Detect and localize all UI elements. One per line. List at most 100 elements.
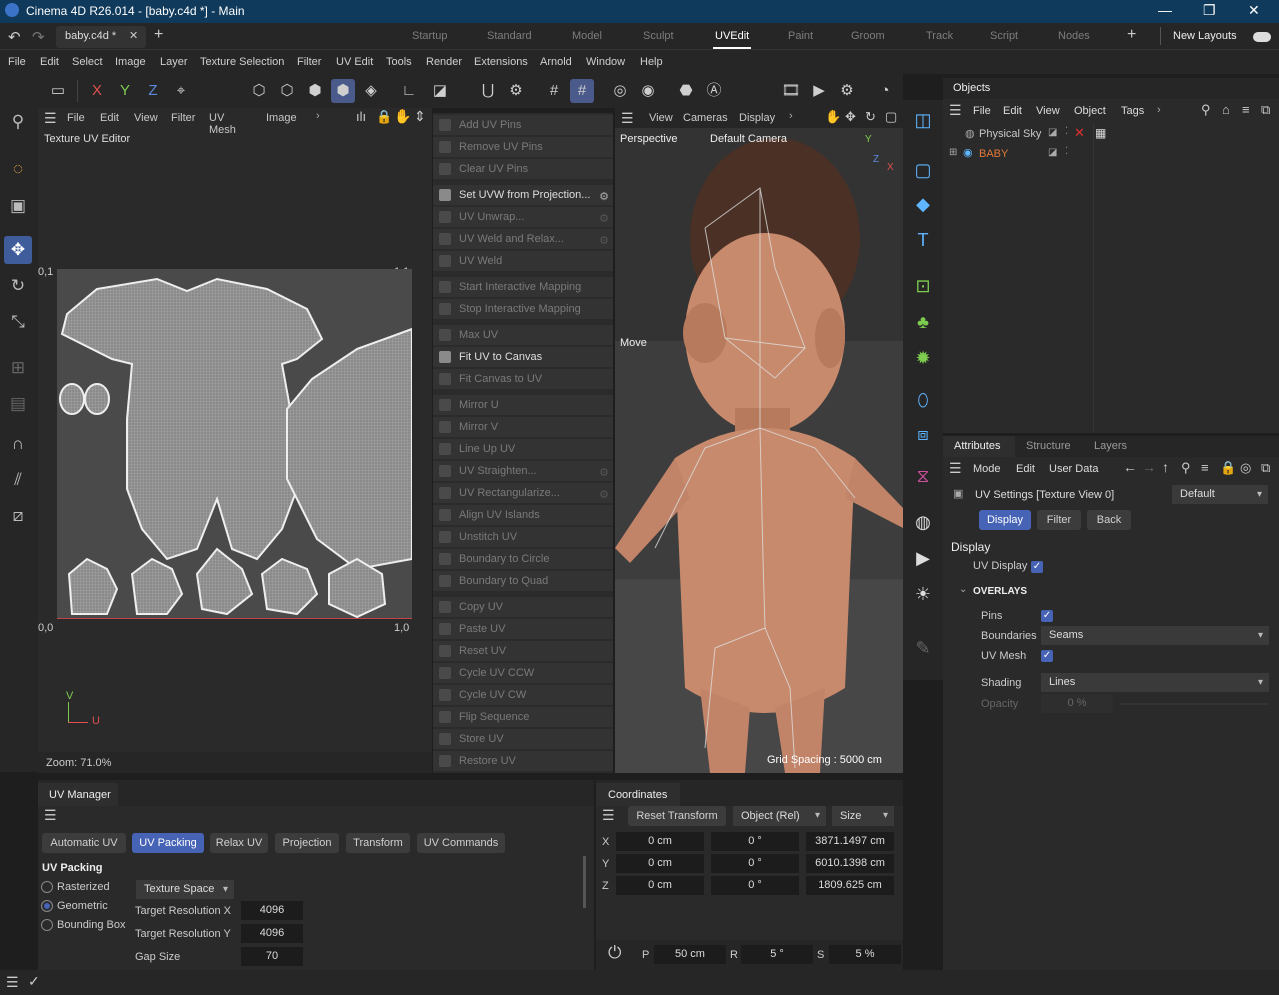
axis-mode-icon[interactable]: ∟ bbox=[397, 79, 421, 103]
filter-icon[interactable]: ≡ bbox=[1242, 102, 1250, 117]
redo-icon[interactable]: ↷ bbox=[32, 28, 45, 46]
size-dropdown[interactable]: Size bbox=[832, 806, 894, 826]
lock-icon[interactable]: 🔒 bbox=[376, 109, 392, 125]
uv-command-start-interactive-mapping[interactable]: Start Interactive Mapping bbox=[433, 277, 613, 297]
camera-object-icon[interactable]: ▶ bbox=[909, 544, 937, 572]
search-icon[interactable]: ⚲ bbox=[1201, 102, 1211, 118]
vp-menu-cameras[interactable]: Cameras bbox=[683, 112, 728, 124]
lock-icon[interactable]: 🔒 bbox=[1220, 460, 1236, 476]
uv-command-uv-straighten[interactable]: UV Straighten... ⚙ bbox=[433, 461, 613, 481]
close-icon[interactable]: ✕ bbox=[1248, 2, 1260, 19]
shading-dropdown[interactable]: Lines bbox=[1041, 673, 1269, 692]
uv-command-mirror-v[interactable]: Mirror V bbox=[433, 417, 613, 437]
tab-script[interactable]: Script bbox=[990, 30, 1018, 42]
hamburger-icon[interactable]: ☰ bbox=[6, 974, 19, 991]
menu-tools[interactable]: Tools bbox=[386, 56, 412, 68]
viewport-canvas[interactable]: Perspective Default Camera Y Z X Move Gr… bbox=[615, 128, 903, 773]
chevron-down-icon[interactable]: ⌄ bbox=[959, 584, 967, 595]
gear-icon[interactable]: ⚙ bbox=[599, 485, 609, 505]
menu-image[interactable]: Image bbox=[115, 56, 146, 68]
gear-icon[interactable]: ⚙ bbox=[599, 463, 609, 483]
tab-structure[interactable]: Structure bbox=[1026, 440, 1071, 452]
rotate-icon[interactable]: ↻ bbox=[4, 272, 32, 300]
object-row[interactable]: ◍ Physical Sky ◪ ⁚ ✕ ▦ bbox=[943, 124, 1279, 144]
uvm-tab-automatic-uv[interactable]: Automatic UV bbox=[42, 833, 126, 853]
tab-track[interactable]: Track bbox=[926, 30, 953, 42]
size-z-field[interactable]: 1809.625 cm bbox=[806, 876, 894, 895]
pan-icon[interactable]: ✋ bbox=[825, 109, 841, 125]
null-icon[interactable]: ▢ bbox=[909, 156, 937, 184]
gear-icon[interactable]: ⚙ bbox=[599, 209, 609, 229]
tab-model[interactable]: Model bbox=[572, 30, 602, 42]
uv-command-unstitch-uv[interactable]: Unstitch UV bbox=[433, 527, 613, 547]
timeline-icon[interactable]: ◔ bbox=[873, 79, 897, 103]
menu-layer[interactable]: Layer bbox=[160, 56, 188, 68]
hamburger-icon[interactable]: ☰ bbox=[949, 460, 962, 477]
uv-menu-view[interactable]: View bbox=[134, 112, 158, 124]
forward-arrow-icon[interactable]: → bbox=[1142, 459, 1156, 475]
uv-command-line-up-uv[interactable]: Line Up UV bbox=[433, 439, 613, 459]
uv-polygons-mode-icon[interactable]: ⬢ bbox=[331, 79, 355, 103]
viewport-projection-label[interactable]: Perspective bbox=[620, 133, 677, 145]
z-axis-lock-icon[interactable]: Z bbox=[141, 79, 165, 103]
polygons-mode-icon[interactable]: ⬢ bbox=[303, 79, 327, 103]
uv-command-add-uv-pins[interactable]: Add UV Pins bbox=[433, 115, 613, 135]
uvm-tab-relax-uv[interactable]: Relax UV bbox=[210, 833, 268, 853]
viewport-camera-label[interactable]: Default Camera bbox=[710, 133, 787, 145]
uv-island-icon[interactable]: ▤ bbox=[4, 390, 32, 418]
new-layouts-label[interactable]: New Layouts bbox=[1173, 30, 1237, 42]
search-icon[interactable]: ⚲ bbox=[1181, 460, 1191, 476]
pos-y-field[interactable]: 0 cm bbox=[616, 854, 704, 873]
maximize-icon[interactable]: ❐ bbox=[1203, 2, 1216, 19]
uv-command-fit-canvas-to-uv[interactable]: Fit Canvas to UV bbox=[433, 369, 613, 389]
display-button[interactable]: Display bbox=[979, 510, 1031, 530]
add-tab-icon[interactable]: + bbox=[154, 26, 163, 44]
menu-edit[interactable]: Edit bbox=[40, 56, 59, 68]
opacity-slider[interactable] bbox=[1119, 703, 1269, 705]
overlays-section[interactable]: OVERLAYS bbox=[973, 586, 1027, 597]
pan-icon[interactable]: ✋ bbox=[394, 108, 411, 125]
uv-command-align-uv-islands[interactable]: Align UV Islands bbox=[433, 505, 613, 525]
uv-command-set-uvw-from-projection[interactable]: Set UVW from Projection... ⚙ bbox=[433, 185, 613, 205]
uv-command-cycle-uv-cw[interactable]: Cycle UV CW bbox=[433, 685, 613, 705]
radio-geometric[interactable] bbox=[41, 900, 53, 912]
menu-arnold[interactable]: Arnold bbox=[540, 56, 572, 68]
chevron-right-icon[interactable]: › bbox=[1157, 104, 1161, 116]
s-field[interactable]: 5 % bbox=[829, 945, 901, 964]
maximize-view-icon[interactable]: ▢ bbox=[885, 109, 897, 125]
filter-icon[interactable]: ≡ bbox=[1201, 460, 1209, 475]
menu-extensions[interactable]: Extensions bbox=[474, 56, 528, 68]
soft-selection-icon[interactable]: ◎ bbox=[608, 79, 632, 103]
uv-command-paste-uv[interactable]: Paste UV bbox=[433, 619, 613, 639]
menu-user-data[interactable]: User Data bbox=[1049, 463, 1099, 475]
pen-icon[interactable]: ✎ bbox=[909, 634, 937, 662]
menu-render[interactable]: Render bbox=[426, 56, 462, 68]
uv-command-restore-uv[interactable]: Restore UV bbox=[433, 751, 613, 771]
render-settings-icon[interactable]: ⚙ bbox=[835, 79, 859, 103]
obj-menu-tags[interactable]: Tags bbox=[1121, 105, 1144, 117]
move-icon[interactable]: ✥ bbox=[4, 236, 32, 264]
uv-menu-edit[interactable]: Edit bbox=[100, 112, 119, 124]
zoom-icon[interactable]: ⇕ bbox=[414, 108, 426, 125]
uv-menu-filter[interactable]: Filter bbox=[171, 112, 195, 124]
grid-snap-icon[interactable]: # bbox=[542, 79, 566, 103]
hamburger-icon[interactable]: ☰ bbox=[621, 110, 634, 127]
uv-canvas[interactable] bbox=[57, 269, 412, 619]
uv-menu-image[interactable]: Image bbox=[266, 112, 297, 124]
menu-help[interactable]: Help bbox=[640, 56, 663, 68]
viewport[interactable]: ☰ › ✋ ✥ ↻ ▢ View Cameras Display Perspecti… bbox=[615, 108, 903, 773]
document-tab[interactable]: baby.c4d * ✕ bbox=[56, 26, 146, 48]
up-arrow-icon[interactable]: ↑ bbox=[1162, 459, 1169, 475]
uv-command-mirror-u[interactable]: Mirror U bbox=[433, 395, 613, 415]
obj-menu-edit[interactable]: Edit bbox=[1003, 105, 1022, 117]
coordinates-tab[interactable]: Coordinates bbox=[608, 789, 667, 801]
tab-groom[interactable]: Groom bbox=[851, 30, 885, 42]
uv-command-reset-uv[interactable]: Reset UV bbox=[433, 641, 613, 661]
knife-icon[interactable]: ⫽ bbox=[4, 466, 32, 494]
light-icon[interactable]: ☀ bbox=[909, 580, 937, 608]
uv-command-boundary-to-circle[interactable]: Boundary to Circle bbox=[433, 549, 613, 569]
hamburger-icon[interactable]: ☰ bbox=[602, 807, 615, 824]
r-field[interactable]: 5 ° bbox=[741, 945, 813, 964]
points-mode-icon[interactable]: ⬡ bbox=[247, 79, 271, 103]
visibility-dots-icon[interactable]: ⁚ bbox=[1065, 146, 1068, 157]
